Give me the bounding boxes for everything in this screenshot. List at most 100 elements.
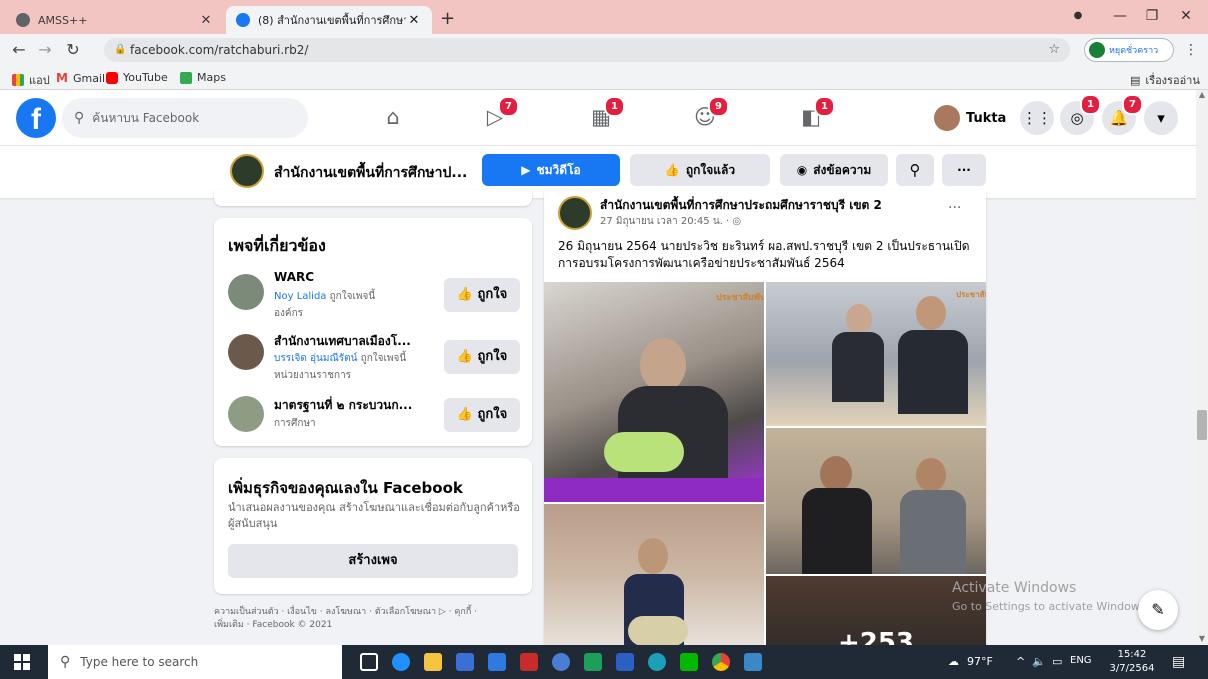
page-more-button[interactable]: ··· bbox=[942, 154, 986, 186]
menu-grid-icon[interactable]: ⋮⋮ bbox=[1020, 101, 1054, 135]
page-search-button[interactable]: ⚲ bbox=[896, 154, 934, 186]
flowers bbox=[628, 616, 688, 646]
groups-badge: 9 bbox=[708, 96, 729, 117]
browser-tab-facebook[interactable]: (8) สำนักงานเขตพื้นที่การศึกษาประถ ✕ bbox=[226, 6, 432, 34]
related-page-name[interactable]: WARC bbox=[274, 270, 314, 284]
watch-video-button[interactable]: ▶ ชมวิดีโอ bbox=[482, 154, 620, 186]
address-bar[interactable]: 🔒 facebook.com/ratchaburi.rb2/ ☆ bbox=[104, 38, 1070, 62]
like-page-button[interactable]: 👍 ถูกใจ bbox=[444, 278, 520, 312]
post-options-button[interactable]: ··· bbox=[948, 200, 961, 216]
bookmark-apps[interactable]: แอป bbox=[12, 71, 50, 89]
footer-line[interactable]: ความเป็นส่วนตัว · เงื่อนไข · ลงโฆษณา · ต… bbox=[214, 606, 532, 619]
close-tab-icon[interactable]: ✕ bbox=[406, 13, 422, 28]
network-icon[interactable]: ▭ bbox=[1052, 655, 1062, 668]
facebook-logo-icon[interactable]: f bbox=[16, 98, 56, 138]
profile-shortcut[interactable]: Tukta bbox=[934, 104, 1006, 132]
reload-icon[interactable]: ↻ bbox=[62, 40, 84, 62]
chrome-menu-icon[interactable]: ⋮ bbox=[1180, 40, 1202, 62]
button-label: ส่งข้อความ bbox=[813, 162, 872, 177]
account-menu-chevron-icon[interactable]: ▾ bbox=[1144, 101, 1178, 135]
new-message-button[interactable]: ✎ bbox=[1138, 590, 1178, 630]
create-page-button[interactable]: สร้างเพจ bbox=[228, 544, 518, 578]
volume-icon[interactable]: 🔈 bbox=[1032, 655, 1046, 668]
send-message-button[interactable]: ◉ ส่งข้อความ bbox=[780, 154, 888, 186]
facebook-search-input[interactable]: ⚲ ค้นหาบน Facebook bbox=[62, 98, 308, 138]
post-photo-2[interactable]: ประชาสัมพันธ์ bbox=[766, 282, 986, 426]
home-icon[interactable]: ⌂ bbox=[378, 102, 408, 132]
browser-toolbar: ← → ↻ 🔒 facebook.com/ratchaburi.rb2/ ☆ ห… bbox=[0, 34, 1208, 66]
tab-search-icon[interactable]: ● bbox=[1058, 4, 1098, 28]
page-scrollbar[interactable]: ▲ ▼ bbox=[1196, 90, 1208, 645]
excel-icon[interactable] bbox=[584, 653, 602, 671]
chrome-canary-icon[interactable] bbox=[552, 653, 570, 671]
post-timestamp[interactable]: 27 มิถุนายน เวลา 20:45 น. · ◎ bbox=[600, 214, 741, 229]
compose-icon: ✎ bbox=[1151, 600, 1165, 619]
post-author[interactable]: สำนักงานเขตพื้นที่การศึกษาประถมศึกษาราชบ… bbox=[600, 196, 930, 215]
tray-chevron-icon[interactable]: ^ bbox=[1016, 655, 1025, 668]
page-logo-icon[interactable] bbox=[230, 154, 264, 188]
post-text: 26 มิถุนายน 2564 นายประวิช ยะรินทร์ ผอ.ส… bbox=[558, 239, 970, 270]
friend-name[interactable]: บรรเจิด อุ่นมณีรัตน์ bbox=[274, 353, 357, 364]
bookmark-youtube[interactable]: YouTube bbox=[106, 71, 168, 84]
post-photo-1[interactable]: ประชาสัมพันธ์ bbox=[544, 282, 764, 502]
footer-links[interactable]: ความเป็นส่วนตัว · เงื่อนไข · ลงโฆษณา · ต… bbox=[214, 606, 532, 632]
previous-card-bottom bbox=[214, 190, 532, 206]
post-photo-3[interactable] bbox=[766, 428, 986, 574]
search-placeholder: ค้นหาบน Facebook bbox=[92, 110, 200, 125]
language-indicator[interactable]: ENG bbox=[1070, 655, 1092, 666]
reading-list-button[interactable]: ▤ เรื่องรออ่าน bbox=[1130, 71, 1200, 89]
word-icon[interactable] bbox=[616, 653, 634, 671]
related-page-name[interactable]: มาตรฐานที่ ๒ กระบวนก... bbox=[274, 396, 412, 415]
user-name: Tukta bbox=[966, 110, 1007, 126]
close-window-button[interactable]: ✕ bbox=[1166, 4, 1206, 28]
bookmarks-bar: แอป M Gmail YouTube Maps ▤ เรื่องรออ่าน bbox=[0, 66, 1208, 90]
app-icon[interactable] bbox=[520, 653, 538, 671]
chrome-icon[interactable] bbox=[712, 653, 730, 671]
apps-grid-icon bbox=[12, 74, 24, 86]
avatar[interactable] bbox=[558, 196, 592, 230]
browser-tab-amss[interactable]: AMSS++ ✕ bbox=[6, 6, 224, 34]
gaming-badge: 1 bbox=[814, 96, 835, 117]
close-tab-icon[interactable]: ✕ bbox=[198, 13, 214, 28]
forward-arrow-icon[interactable]: → bbox=[34, 40, 56, 62]
taskbar-search-input[interactable]: ⚲ Type here to search bbox=[48, 645, 342, 679]
like-page-button[interactable]: 👍 ถูกใจ bbox=[444, 398, 520, 432]
bookmark-star-icon[interactable]: ☆ bbox=[1048, 38, 1060, 62]
new-tab-button[interactable]: + bbox=[440, 8, 455, 29]
create-business-card: เพิ่มธุรกิจของคุณเลงใน Facebook นำเสนอผล… bbox=[214, 458, 532, 594]
windows-taskbar: ⚲ Type here to search ☁ 97°F ^ 🔈 ▭ ENG 1… bbox=[0, 645, 1208, 679]
post-photo-4[interactable] bbox=[544, 504, 764, 650]
mail-icon[interactable] bbox=[488, 653, 506, 671]
related-page-name[interactable]: สำนักงานเทศบาลเมืองโ... bbox=[274, 332, 411, 351]
scroll-up-arrow-icon[interactable]: ▲ bbox=[1197, 90, 1207, 99]
feed-post: สำนักงานเขตพื้นที่การศึกษาประถมศึกษาราชบ… bbox=[544, 190, 986, 650]
notification-center-icon[interactable]: ▤ bbox=[1172, 654, 1185, 670]
scrollbar-thumb[interactable] bbox=[1197, 410, 1207, 440]
footer-line[interactable]: เพิ่มเติม · Facebook © 2021 bbox=[214, 619, 532, 632]
watch-badge: 7 bbox=[498, 96, 519, 117]
bookmark-maps[interactable]: Maps bbox=[180, 71, 226, 84]
internet-explorer-icon[interactable] bbox=[392, 653, 410, 671]
avatar[interactable] bbox=[228, 334, 264, 370]
avatar[interactable] bbox=[228, 396, 264, 432]
line-icon[interactable] bbox=[680, 653, 698, 671]
like-page-button[interactable]: 👍 ถูกใจ bbox=[444, 340, 520, 374]
file-explorer-icon[interactable] bbox=[424, 653, 442, 671]
photos-icon[interactable] bbox=[744, 653, 762, 671]
scroll-down-arrow-icon[interactable]: ▼ bbox=[1197, 634, 1207, 643]
avatar[interactable] bbox=[228, 274, 264, 310]
weather-widget[interactable]: ☁ 97°F bbox=[948, 655, 993, 668]
search-icon: ⚲ bbox=[60, 654, 71, 670]
profile-button[interactable]: หยุดชั่วคราว bbox=[1084, 38, 1174, 62]
related-page-friend: บรรเจิด อุ่นมณีรัตน์ ถูกใจเพจนี้ bbox=[274, 351, 406, 366]
store-icon[interactable] bbox=[456, 653, 474, 671]
back-arrow-icon[interactable]: ← bbox=[8, 40, 30, 62]
edge-icon[interactable] bbox=[648, 653, 666, 671]
task-view-icon[interactable] bbox=[360, 653, 378, 671]
liked-button[interactable]: 👍 ถูกใจแล้ว bbox=[630, 154, 770, 186]
clock[interactable]: 15:42 3/7/2564 bbox=[1104, 648, 1160, 676]
windows-start-icon[interactable] bbox=[14, 654, 30, 670]
friend-name[interactable]: Noy Lalida bbox=[274, 291, 326, 302]
bookmark-gmail[interactable]: M Gmail bbox=[56, 71, 105, 85]
related-pages-title: เพจที่เกี่ยวข้อง bbox=[228, 236, 326, 255]
